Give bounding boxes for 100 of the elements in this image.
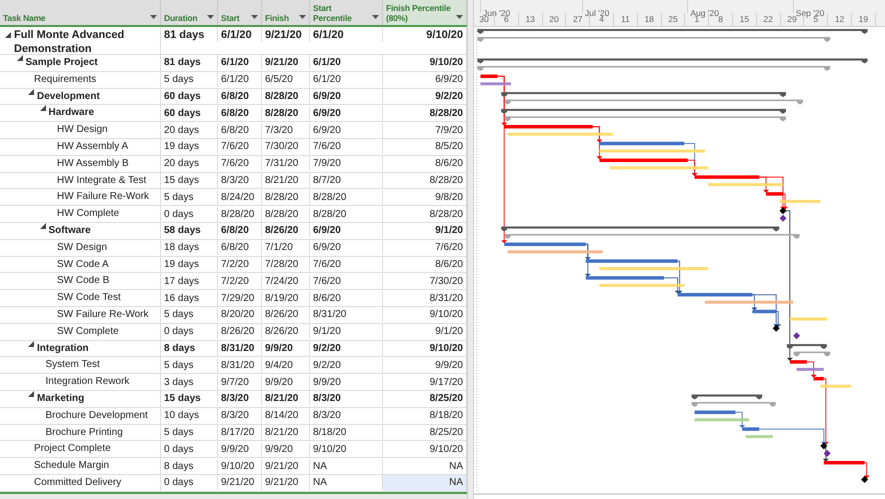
finish-cell: 8/14/20 [262, 408, 310, 424]
task-bar [742, 427, 760, 431]
start-cell: 8/31/20 [218, 340, 262, 356]
start-cell: 8/3/20 [218, 391, 262, 406]
finish-cell: 8/26/20 [262, 307, 310, 322]
duration-cell: 81 days [161, 28, 218, 42]
collapse-icon[interactable] [5, 32, 11, 38]
collapse-icon[interactable] [40, 222, 46, 229]
start-cell: 9/7/20 [218, 374, 262, 390]
task-name: SW Code A [57, 258, 109, 272]
finish-cell: 7/28/20 [262, 256, 310, 272]
task-name: SW Code Test [57, 291, 121, 306]
start-cell: 7/2/20 [218, 274, 262, 289]
task-name: HW Assembly B [57, 156, 129, 171]
task-bar [694, 410, 736, 414]
finish-cell: 7/1/20 [262, 240, 310, 256]
finish-cell: 7/24/20 [262, 274, 310, 289]
start-cell: 8/28/20 [218, 206, 262, 222]
finish-cell: 9/9/20 [262, 374, 310, 390]
start-cell: 6/8/20 [218, 88, 262, 104]
duration-cell: 19 days [161, 139, 218, 154]
dropdown-icon[interactable] [207, 15, 214, 20]
collapse-icon[interactable] [40, 105, 46, 112]
finish-cell: 9/21/20 [262, 458, 310, 474]
finish-cell: 9/21/20 [262, 55, 310, 70]
dropdown-icon[interactable] [299, 15, 306, 20]
duration-cell: 5 days [161, 307, 218, 322]
duration-cell: 5 days [161, 358, 218, 373]
duration-cell: 20 days [161, 156, 218, 172]
duration-cell: 5 days [161, 424, 218, 440]
task-name: Schedule Margin [34, 459, 110, 474]
summary-bar [692, 394, 762, 400]
start-percentile-cell: 8/18/20 [310, 424, 383, 440]
collapse-icon[interactable] [28, 340, 34, 347]
start-percentile-cell: 8/6/20 [310, 290, 383, 306]
duration-cell: 20 days [161, 122, 218, 138]
start-percentile-cell: 8/3/20 [310, 391, 383, 406]
start-percentile-cell: 6/9/20 [310, 88, 383, 104]
duration-cell: 0 days [161, 475, 218, 490]
start-percentile-cell: 9/2/20 [310, 358, 383, 373]
week-label: 18 [644, 13, 654, 26]
task-name: HW Assembly A [57, 140, 128, 154]
start-cell: 8/20/20 [218, 307, 262, 322]
start-percentile-cell: 6/9/20 [310, 240, 383, 256]
milestone-icon [772, 324, 780, 332]
column-header: Duration [164, 13, 198, 23]
collapse-icon[interactable] [16, 55, 22, 61]
duration-cell: 0 days [161, 442, 218, 457]
finish-cell: 9/21/20 [262, 28, 310, 42]
week-label: 12 [834, 13, 844, 26]
month-label: Sep '20 [796, 8, 824, 18]
dropdown-icon[interactable] [251, 15, 258, 20]
task-name: SW Failure Re-Work [57, 308, 148, 322]
start-cell: 7/2/20 [218, 256, 262, 272]
finish-cell: 9/4/20 [262, 358, 310, 373]
start-percentile-cell: 9/10/20 [310, 442, 383, 457]
week-label: 8 [718, 14, 723, 26]
week-label: 15 [740, 13, 750, 26]
dependency-arrow [864, 462, 870, 478]
start-cell: 6/1/20 [218, 55, 262, 70]
start-cell: 8/17/20 [218, 424, 262, 440]
start-cell: 6/8/20 [218, 240, 262, 256]
task-name: Development [37, 90, 100, 104]
start-cell: 8/3/20 [218, 408, 262, 424]
collapse-icon[interactable] [28, 390, 34, 397]
task-bar [766, 192, 783, 196]
task-name: System Test [46, 358, 100, 372]
percentile-bar [480, 82, 511, 86]
start-percentile-cell: 9/2/20 [310, 340, 383, 356]
start-percentile-cell: 9/1/20 [310, 324, 383, 340]
start-cell: 9/10/20 [218, 458, 262, 474]
duration-cell: 60 days [161, 106, 218, 121]
start-cell: 6/1/20 [218, 72, 262, 88]
duration-cell: 10 days [161, 408, 218, 424]
task-name: HW Complete [57, 207, 120, 222]
collapse-icon[interactable] [28, 88, 34, 95]
task-bar [824, 460, 865, 464]
duration-cell: 5 days [161, 72, 218, 88]
start-cell: 7/29/20 [218, 290, 262, 306]
finish-percentile-cell[interactable]: NA [383, 474, 467, 491]
dropdown-icon[interactable] [372, 15, 379, 20]
dropdown-icon[interactable] [456, 15, 463, 20]
week-label: 27 [573, 13, 583, 26]
finish-cell: 9/9/20 [262, 340, 310, 356]
finish-cell: 8/28/20 [262, 190, 310, 205]
duration-cell: 3 days [161, 374, 218, 390]
column-header: Task Name [3, 13, 46, 23]
finish-cell: 9/21/20 [262, 475, 310, 490]
duration-cell: 19 days [161, 256, 218, 272]
task-name: Integration Rework [46, 375, 130, 390]
month-label: Aug '20 [690, 8, 719, 18]
start-cell: 6/8/20 [218, 106, 262, 121]
finish-cell: 7/30/20 [262, 139, 310, 154]
task-name: Project Complete [34, 442, 111, 456]
task-name: HW Integrate & Test [57, 174, 146, 188]
dropdown-icon[interactable] [150, 15, 157, 20]
finish-cell: 9/9/20 [262, 442, 310, 457]
start-percentile-cell: 6/9/20 [310, 223, 383, 238]
start-percentile-cell: 6/1/20 [310, 28, 383, 42]
start-percentile-cell: 7/9/20 [310, 156, 383, 172]
